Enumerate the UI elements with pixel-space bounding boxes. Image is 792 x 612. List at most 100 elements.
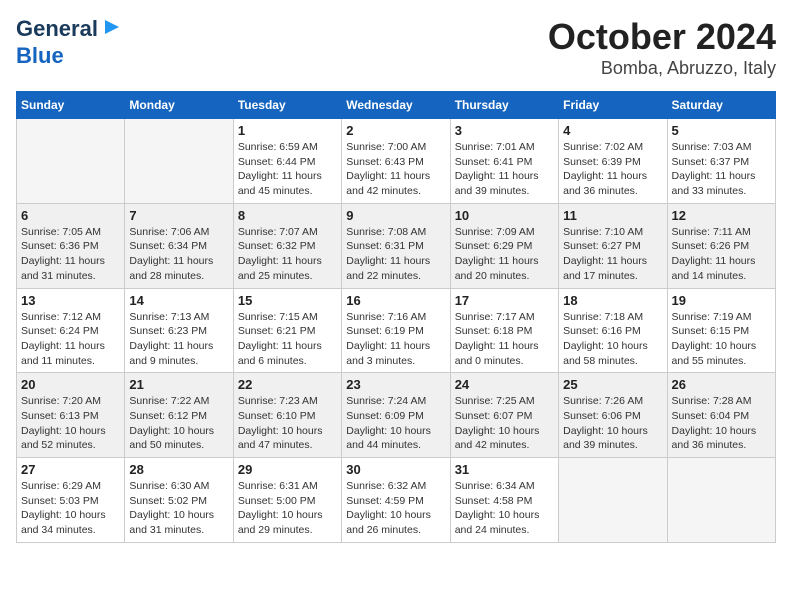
day-number: 27 (21, 462, 120, 477)
day-number: 18 (563, 293, 662, 308)
day-detail: Sunrise: 7:19 AM Sunset: 6:15 PM Dayligh… (672, 310, 771, 369)
day-number: 23 (346, 377, 445, 392)
day-number: 20 (21, 377, 120, 392)
day-detail: Sunrise: 7:17 AM Sunset: 6:18 PM Dayligh… (455, 310, 554, 369)
day-number: 21 (129, 377, 228, 392)
table-row: 24 Sunrise: 7:25 AM Sunset: 6:07 PM Dayli… (450, 373, 558, 458)
logo-blue: Blue (16, 43, 64, 69)
logo-general: General (16, 17, 98, 41)
day-detail: Sunrise: 7:26 AM Sunset: 6:06 PM Dayligh… (563, 394, 662, 453)
day-detail: Sunrise: 7:03 AM Sunset: 6:37 PM Dayligh… (672, 140, 771, 199)
day-number: 24 (455, 377, 554, 392)
day-number: 19 (672, 293, 771, 308)
table-row: 28 Sunrise: 6:30 AM Sunset: 5:02 PM Dayli… (125, 458, 233, 543)
calendar-table: Sunday Monday Tuesday Wednesday Thursday… (16, 91, 776, 543)
day-detail: Sunrise: 7:15 AM Sunset: 6:21 PM Dayligh… (238, 310, 337, 369)
day-number: 11 (563, 208, 662, 223)
page-header: General Blue October 2024 Bomba, Abruzzo… (16, 16, 776, 79)
table-row: 13 Sunrise: 7:12 AM Sunset: 6:24 PM Dayli… (17, 288, 125, 373)
day-number: 16 (346, 293, 445, 308)
table-row: 14 Sunrise: 7:13 AM Sunset: 6:23 PM Dayli… (125, 288, 233, 373)
day-detail: Sunrise: 7:09 AM Sunset: 6:29 PM Dayligh… (455, 225, 554, 284)
day-detail: Sunrise: 7:05 AM Sunset: 6:36 PM Dayligh… (21, 225, 120, 284)
table-row: 17 Sunrise: 7:17 AM Sunset: 6:18 PM Dayli… (450, 288, 558, 373)
day-detail: Sunrise: 7:22 AM Sunset: 6:12 PM Dayligh… (129, 394, 228, 453)
header-friday: Friday (559, 92, 667, 119)
day-detail: Sunrise: 6:31 AM Sunset: 5:00 PM Dayligh… (238, 479, 337, 538)
table-row: 21 Sunrise: 7:22 AM Sunset: 6:12 PM Dayli… (125, 373, 233, 458)
day-detail: Sunrise: 7:25 AM Sunset: 6:07 PM Dayligh… (455, 394, 554, 453)
table-row: 22Sunrise: 7:23 AM Sunset: 6:10 PM Dayli… (233, 373, 341, 458)
calendar-week-row: 1Sunrise: 6:59 AM Sunset: 6:44 PM Daylig… (17, 119, 776, 204)
day-number: 25 (563, 377, 662, 392)
table-row: 25 Sunrise: 7:26 AM Sunset: 6:06 PM Dayli… (559, 373, 667, 458)
table-row: 11Sunrise: 7:10 AM Sunset: 6:27 PM Dayli… (559, 203, 667, 288)
logo-arrow-icon (101, 16, 123, 38)
header-monday: Monday (125, 92, 233, 119)
header-tuesday: Tuesday (233, 92, 341, 119)
day-number: 26 (672, 377, 771, 392)
table-row: 12 Sunrise: 7:11 AM Sunset: 6:26 PM Dayli… (667, 203, 775, 288)
table-row: 31Sunrise: 6:34 AM Sunset: 4:58 PM Dayli… (450, 458, 558, 543)
day-number: 12 (672, 208, 771, 223)
table-row: 29 Sunrise: 6:31 AM Sunset: 5:00 PM Dayli… (233, 458, 341, 543)
table-row: 27 Sunrise: 6:29 AM Sunset: 5:03 PM Dayli… (17, 458, 125, 543)
day-detail: Sunrise: 7:12 AM Sunset: 6:24 PM Dayligh… (21, 310, 120, 369)
day-detail: Sunrise: 7:06 AM Sunset: 6:34 PM Dayligh… (129, 225, 228, 284)
day-detail: Sunrise: 7:16 AM Sunset: 6:19 PM Dayligh… (346, 310, 445, 369)
table-row: 9Sunrise: 7:08 AM Sunset: 6:31 PM Daylig… (342, 203, 450, 288)
day-number: 5 (672, 123, 771, 138)
table-row (17, 119, 125, 204)
header-wednesday: Wednesday (342, 92, 450, 119)
day-number: 17 (455, 293, 554, 308)
day-detail: Sunrise: 7:24 AM Sunset: 6:09 PM Dayligh… (346, 394, 445, 453)
title-section: October 2024 Bomba, Abruzzo, Italy (548, 16, 776, 79)
day-detail: Sunrise: 6:30 AM Sunset: 5:02 PM Dayligh… (129, 479, 228, 538)
day-number: 1 (238, 123, 337, 138)
day-number: 15 (238, 293, 337, 308)
day-number: 4 (563, 123, 662, 138)
day-detail: Sunrise: 7:20 AM Sunset: 6:13 PM Dayligh… (21, 394, 120, 453)
day-detail: Sunrise: 7:11 AM Sunset: 6:26 PM Dayligh… (672, 225, 771, 284)
day-number: 28 (129, 462, 228, 477)
calendar-week-row: 27 Sunrise: 6:29 AM Sunset: 5:03 PM Dayli… (17, 458, 776, 543)
day-number: 6 (21, 208, 120, 223)
day-number: 2 (346, 123, 445, 138)
day-number: 7 (129, 208, 228, 223)
day-detail: Sunrise: 7:13 AM Sunset: 6:23 PM Dayligh… (129, 310, 228, 369)
day-number: 30 (346, 462, 445, 477)
day-number: 13 (21, 293, 120, 308)
month-title: October 2024 (548, 16, 776, 58)
day-detail: Sunrise: 7:08 AM Sunset: 6:31 PM Dayligh… (346, 225, 445, 284)
table-row: 10Sunrise: 7:09 AM Sunset: 6:29 PM Dayli… (450, 203, 558, 288)
day-detail: Sunrise: 7:01 AM Sunset: 6:41 PM Dayligh… (455, 140, 554, 199)
table-row: 8Sunrise: 7:07 AM Sunset: 6:32 PM Daylig… (233, 203, 341, 288)
day-number: 14 (129, 293, 228, 308)
calendar-week-row: 6 Sunrise: 7:05 AM Sunset: 6:36 PM Daylig… (17, 203, 776, 288)
table-row: 6 Sunrise: 7:05 AM Sunset: 6:36 PM Daylig… (17, 203, 125, 288)
table-row: 30Sunrise: 6:32 AM Sunset: 4:59 PM Dayli… (342, 458, 450, 543)
day-detail: Sunrise: 6:29 AM Sunset: 5:03 PM Dayligh… (21, 479, 120, 538)
day-number: 29 (238, 462, 337, 477)
table-row: 16 Sunrise: 7:16 AM Sunset: 6:19 PM Dayli… (342, 288, 450, 373)
table-row: 15 Sunrise: 7:15 AM Sunset: 6:21 PM Dayli… (233, 288, 341, 373)
table-row: 2 Sunrise: 7:00 AM Sunset: 6:43 PM Daylig… (342, 119, 450, 204)
day-detail: Sunrise: 7:02 AM Sunset: 6:39 PM Dayligh… (563, 140, 662, 199)
table-row (125, 119, 233, 204)
table-row (667, 458, 775, 543)
table-row: 1Sunrise: 6:59 AM Sunset: 6:44 PM Daylig… (233, 119, 341, 204)
header-sunday: Sunday (17, 92, 125, 119)
location-title: Bomba, Abruzzo, Italy (548, 58, 776, 79)
table-row: 4 Sunrise: 7:02 AM Sunset: 6:39 PM Daylig… (559, 119, 667, 204)
day-detail: Sunrise: 7:00 AM Sunset: 6:43 PM Dayligh… (346, 140, 445, 199)
table-row: 19 Sunrise: 7:19 AM Sunset: 6:15 PM Dayli… (667, 288, 775, 373)
table-row: 7 Sunrise: 7:06 AM Sunset: 6:34 PM Daylig… (125, 203, 233, 288)
day-detail: Sunrise: 7:28 AM Sunset: 6:04 PM Dayligh… (672, 394, 771, 453)
day-number: 3 (455, 123, 554, 138)
table-row (559, 458, 667, 543)
logo: General Blue (16, 16, 123, 69)
table-row: 23 Sunrise: 7:24 AM Sunset: 6:09 PM Dayli… (342, 373, 450, 458)
day-detail: Sunrise: 7:18 AM Sunset: 6:16 PM Dayligh… (563, 310, 662, 369)
calendar-week-row: 13 Sunrise: 7:12 AM Sunset: 6:24 PM Dayli… (17, 288, 776, 373)
table-row: 26 Sunrise: 7:28 AM Sunset: 6:04 PM Dayli… (667, 373, 775, 458)
